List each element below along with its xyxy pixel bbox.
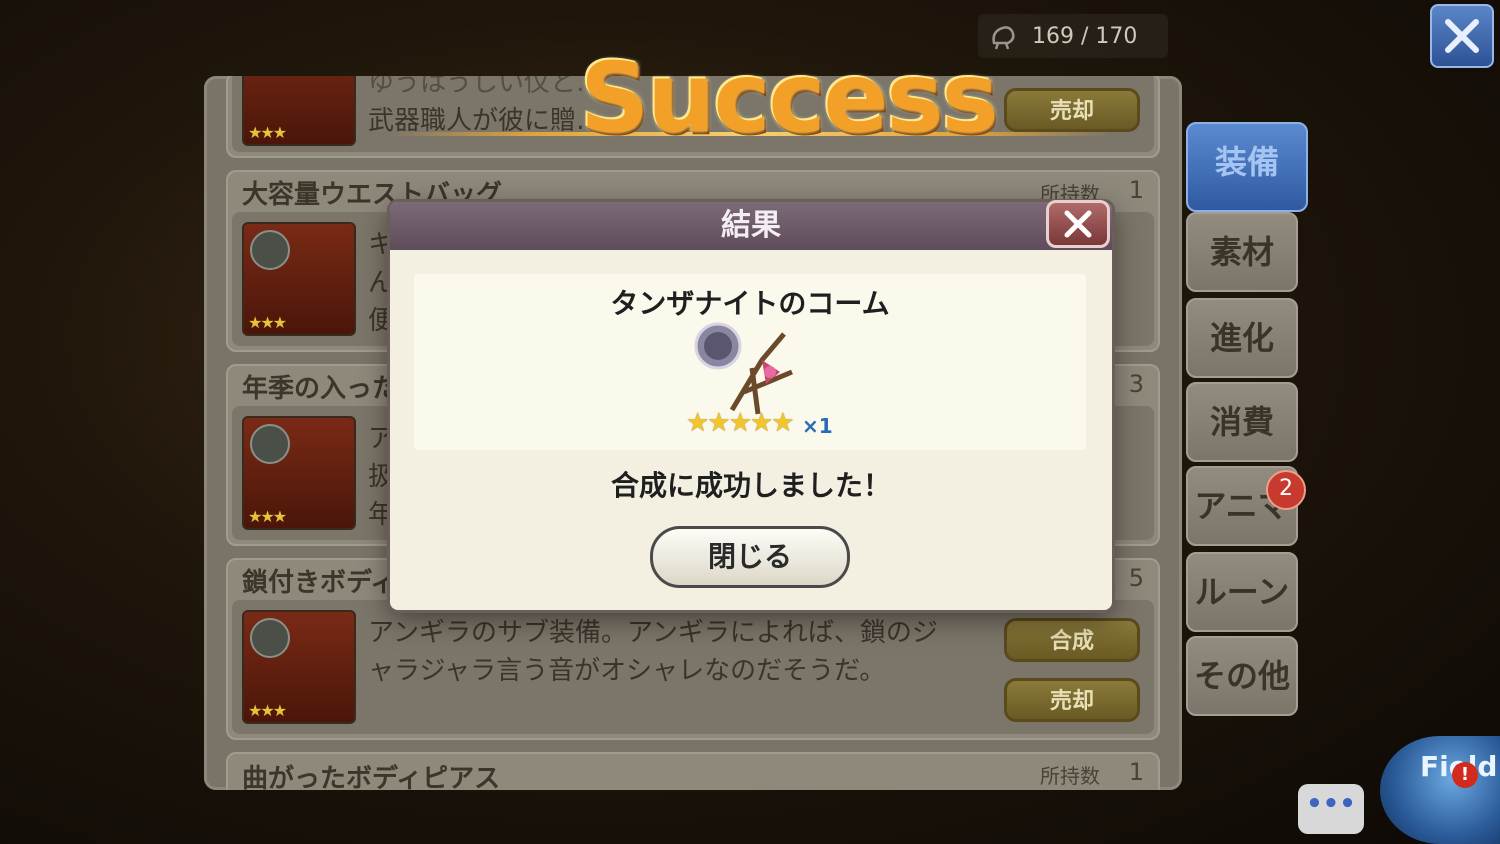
dialog-close-button[interactable]	[1046, 200, 1110, 248]
owned-count: 3	[1128, 370, 1144, 398]
item-icon: ★★★	[242, 610, 356, 724]
item-icon: ★★★	[242, 416, 356, 530]
result-dialog: 結果 タンザナイトのコーム ★★★★★ ×1 合成に成功しました！ 閉じる	[390, 200, 1112, 610]
close-icon	[1445, 19, 1479, 53]
item-description: アンギラのサブ装備。アンギラによれば、鎖のジ ャラジャラ言う音がオシャレなのだそ…	[368, 618, 938, 686]
close-dialog-button[interactable]: 閉じる	[650, 526, 850, 588]
item-name: 鎖付きボディ	[242, 568, 397, 598]
rarity-stars: ★★★	[248, 123, 287, 142]
tab-consumables[interactable]: 消費	[1186, 382, 1298, 462]
element-icon	[250, 618, 290, 658]
result-item-name: タンザナイトのコーム	[610, 287, 890, 320]
capacity-text: 169 / 170	[1032, 23, 1138, 49]
success-banner: Success	[580, 42, 999, 154]
owned-count: 5	[1128, 564, 1144, 592]
rarity-stars: ★★★	[248, 313, 287, 332]
chat-button[interactable]: •••	[1298, 784, 1364, 834]
result-quantity: ×1	[802, 414, 833, 438]
rarity-stars: ★★★	[248, 507, 287, 526]
element-icon	[250, 424, 290, 464]
owned-label: 所持数	[1040, 764, 1100, 788]
comb-item-icon	[694, 322, 793, 415]
sell-button[interactable]: 売却	[1004, 678, 1140, 722]
item-name: 曲がったボディピアス	[242, 764, 501, 790]
result-item-card: タンザナイトのコーム ★★★★★ ×1	[414, 274, 1086, 450]
item-icon: ★★★	[242, 76, 356, 146]
close-screen-button[interactable]	[1430, 4, 1494, 68]
sell-button[interactable]: 売却	[1004, 88, 1140, 132]
synthesize-button[interactable]: 合成	[1004, 618, 1140, 662]
tab-materials[interactable]: 素材	[1186, 212, 1298, 292]
notification-badge: 2	[1266, 470, 1306, 510]
rarity-stars: ★★★	[248, 701, 287, 720]
tab-other[interactable]: その他	[1186, 636, 1298, 716]
alert-icon: !	[1452, 762, 1478, 788]
close-icon	[1064, 210, 1092, 238]
element-icon	[250, 230, 290, 270]
inventory-row[interactable]: 曲がったボディピアス 所持数 1	[226, 752, 1160, 790]
result-rarity-stars: ★★★★★	[686, 408, 795, 438]
tab-runes[interactable]: ルーン	[1186, 552, 1298, 632]
owned-count: 1	[1128, 176, 1144, 204]
tab-equipment[interactable]: 装備	[1186, 122, 1308, 212]
item-icon: ★★★	[242, 222, 356, 336]
inventory-capacity: 169 / 170	[978, 14, 1168, 58]
dialog-title: 結果	[390, 202, 1112, 250]
result-message: 合成に成功しました！	[610, 469, 891, 502]
tab-evolution[interactable]: 進化	[1186, 298, 1298, 378]
item-name: 年季の入った	[242, 374, 399, 404]
owned-count: 1	[1128, 758, 1144, 786]
